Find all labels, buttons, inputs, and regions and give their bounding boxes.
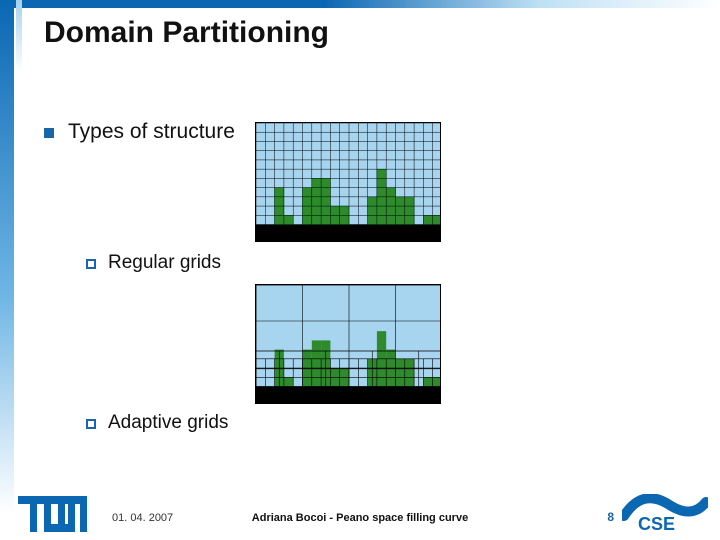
adaptive-grid-figure (255, 284, 441, 404)
top-decorative-bar (0, 0, 720, 8)
bullet-marker-filled (44, 128, 54, 138)
bullet-level2: Adaptive grids (86, 412, 684, 434)
cse-logo-text: CSE (638, 514, 675, 534)
cse-logo: CSE (622, 494, 708, 534)
bullet-marker-hollow (86, 259, 96, 269)
left-decorative-bar-inner (16, 0, 22, 120)
bullet-text: Regular grids (108, 252, 221, 274)
bullet-level2: Regular grids (86, 252, 684, 274)
bullet-marker-hollow (86, 419, 96, 429)
regular-grid-figure (255, 122, 441, 242)
page-number: 8 (607, 510, 614, 524)
left-decorative-bar (0, 0, 14, 540)
bullet-text: Types of structure (68, 120, 235, 144)
page-title: Domain Partitioning (44, 16, 329, 50)
footer: 01. 04. 2007 Adriana Bocoi - Peano space… (0, 492, 720, 540)
regular-grid-svg (256, 123, 441, 242)
adaptive-grid-svg (256, 285, 441, 404)
bullet-text: Adaptive grids (108, 412, 228, 434)
